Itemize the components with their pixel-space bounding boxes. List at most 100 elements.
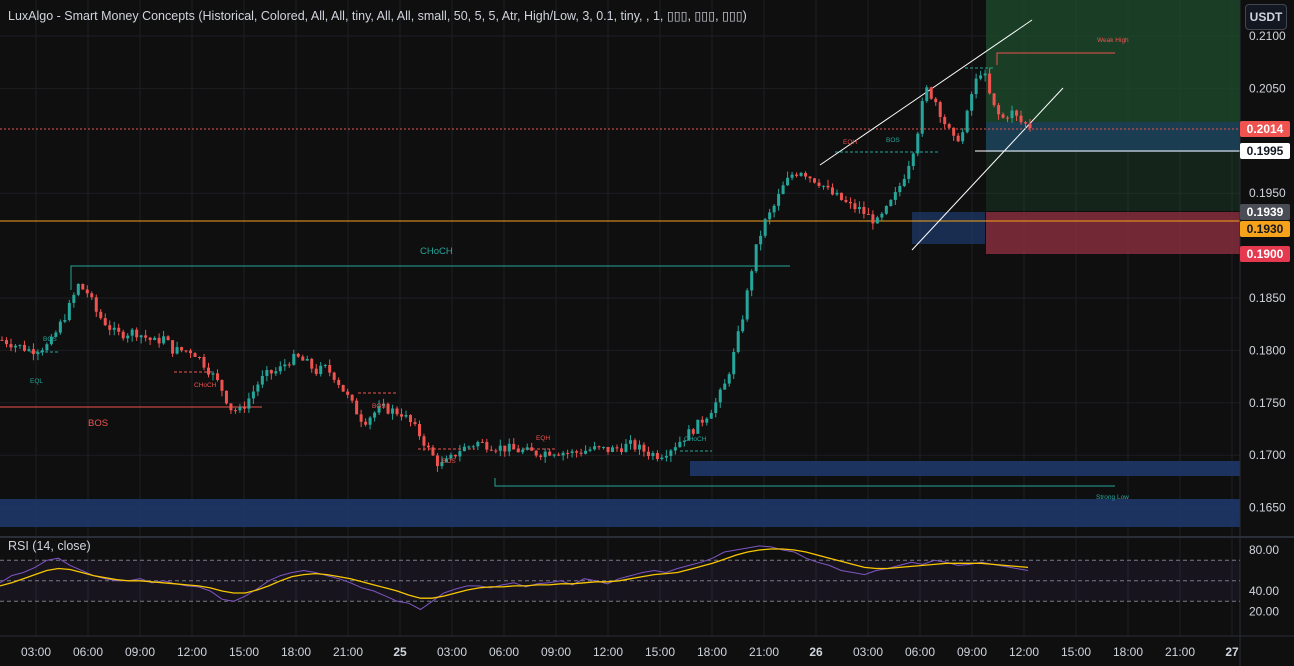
candle-body — [467, 446, 471, 448]
candle-body — [750, 271, 754, 291]
candle-body — [171, 340, 175, 354]
candle-body — [678, 441, 682, 448]
candle-body — [305, 358, 309, 361]
candle-body — [206, 367, 210, 375]
time-tick-label: 26 — [809, 645, 823, 659]
price-axis[interactable]: 0.2100 0.2050 0.1950 0.1850 0.1800 0.1750 0.17… — [1239, 0, 1286, 666]
candle-body — [866, 213, 870, 215]
candle-body — [799, 172, 803, 176]
candle-body — [557, 454, 561, 456]
price-tick-label: 0.1850 — [1249, 291, 1286, 305]
time-tick-label: 18:00 — [281, 645, 311, 659]
candle-body — [700, 419, 704, 423]
candle-body — [862, 206, 866, 214]
candle-body — [822, 185, 826, 187]
candle-body — [597, 446, 601, 448]
candle-body — [857, 206, 861, 210]
candles — [0, 67, 1032, 472]
time-tick-label: 12:00 — [1009, 645, 1039, 659]
candle-body — [269, 369, 273, 374]
label-bos-top: BOS — [886, 137, 900, 144]
candle-body — [22, 344, 26, 351]
candle-body — [907, 166, 911, 179]
candle-body — [144, 335, 148, 338]
rsi-pane: 80.00 40.00 20.00 — [0, 536, 1294, 619]
candle-body — [386, 403, 390, 414]
candle-body — [148, 337, 152, 341]
candle-body — [983, 73, 987, 76]
candle-body — [9, 344, 13, 348]
candle-body — [512, 443, 516, 449]
candle-body — [364, 421, 368, 425]
candle-body — [72, 294, 76, 303]
candle-body — [961, 132, 965, 142]
candle-body — [606, 446, 610, 452]
candle-body — [422, 436, 426, 446]
indicator-title[interactable]: LuxAlgo - Smart Money Concepts (Historic… — [8, 8, 747, 23]
candle-body — [902, 178, 906, 187]
time-axis[interactable]: 03:00 06:00 09:00 12:00 15:00 18:00 21:00 25 03:… — [0, 635, 1294, 659]
candle-body — [763, 219, 767, 236]
candle-body — [180, 347, 184, 351]
candle-body — [853, 203, 857, 210]
candle-body — [1015, 110, 1019, 116]
candle-body — [633, 440, 637, 450]
candle-body — [646, 451, 650, 457]
price-tick-label: 0.2050 — [1249, 81, 1286, 95]
candle-body — [943, 116, 947, 125]
currency-button[interactable]: USDT — [1245, 4, 1287, 30]
candle-body — [220, 379, 224, 391]
candle-body — [593, 446, 597, 450]
time-tick-label: 18:00 — [697, 645, 727, 659]
chart-canvas[interactable]: CHoCH BOS BOS EQL CHoCH BOS BOS EQH CHoC… — [0, 0, 1294, 666]
candle-body — [889, 199, 893, 206]
candle-body — [611, 447, 615, 452]
candle-body — [637, 444, 641, 450]
label-weak-high: Weak High — [1097, 37, 1129, 44]
candle-body — [754, 244, 758, 272]
candle-body — [409, 415, 413, 423]
candle-body — [830, 187, 834, 195]
candle-body — [256, 384, 260, 392]
candle-body — [925, 87, 929, 102]
price-tick-label: 0.1750 — [1249, 396, 1286, 410]
candle-body — [808, 176, 812, 179]
candle-body — [287, 364, 291, 366]
candle-body — [341, 384, 345, 392]
candle-body — [1028, 123, 1032, 129]
time-tick-label: 09:00 — [957, 645, 987, 659]
candle-body — [956, 135, 960, 142]
time-tick-label: 09:00 — [541, 645, 571, 659]
price-tag-red: 0.1900 — [1240, 246, 1290, 262]
candle-body — [732, 352, 736, 375]
candle-body — [413, 422, 417, 425]
time-tick-label: 15:00 — [229, 645, 259, 659]
candle-body — [655, 453, 659, 460]
candle-body — [952, 127, 956, 136]
candle-body — [157, 337, 161, 344]
time-tick-label: 06:00 — [73, 645, 103, 659]
candle-body — [570, 451, 574, 453]
candle-body — [561, 452, 565, 456]
label-choch-green: CHoCH — [684, 436, 707, 443]
candle-body — [292, 353, 296, 365]
candle-body — [391, 408, 395, 414]
candle-body — [27, 349, 31, 351]
candle-body — [723, 383, 727, 390]
candle-body — [602, 446, 606, 448]
candle-body — [121, 331, 125, 339]
candle-body — [337, 379, 341, 385]
candle-body — [718, 389, 722, 403]
candle-body — [714, 402, 718, 413]
candle-body — [745, 290, 749, 320]
time-tick-label: 21:00 — [1165, 645, 1195, 659]
label-bos-left: BOS — [88, 418, 108, 429]
candle-body — [530, 447, 534, 451]
rsi-title[interactable]: RSI (14, close) — [8, 539, 91, 553]
price-tag-current: 0.2014 — [1240, 121, 1290, 137]
candle-body — [314, 368, 318, 375]
candle-body — [417, 424, 421, 437]
candle-body — [435, 455, 439, 467]
candle-body — [804, 172, 808, 177]
candle-body — [238, 407, 242, 411]
